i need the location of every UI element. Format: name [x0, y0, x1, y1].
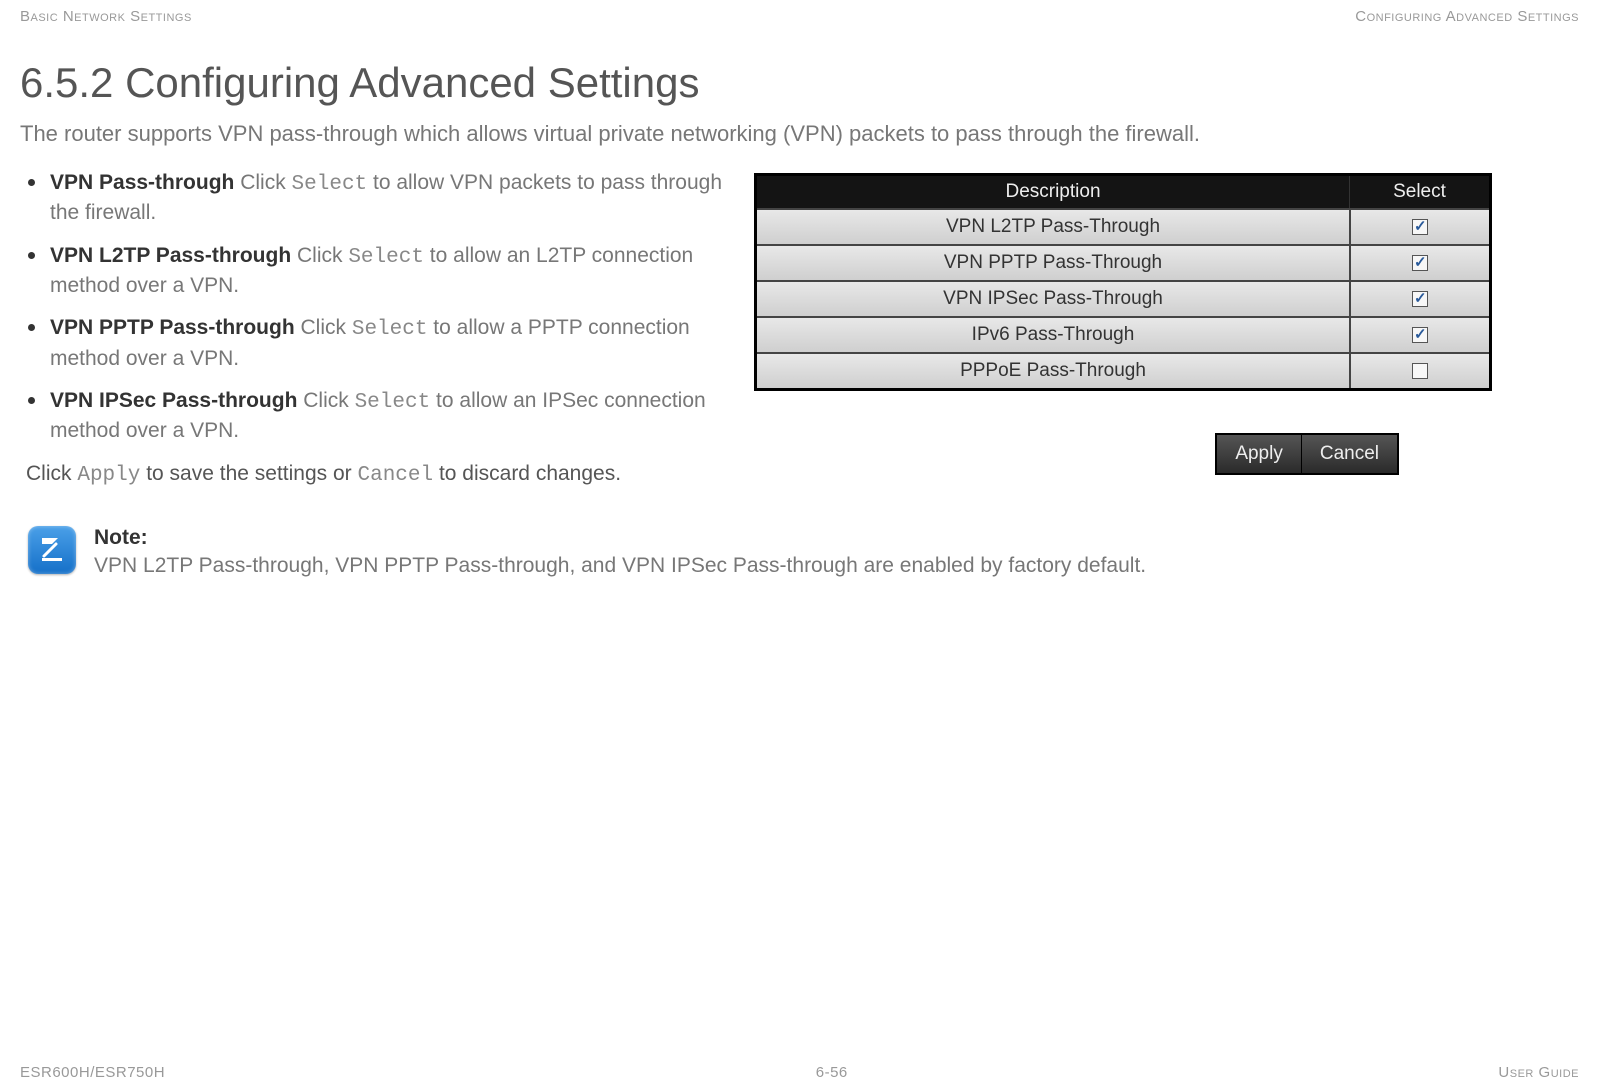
screenshot-column: Description Select VPN L2TP Pass-Through…	[754, 169, 1579, 475]
note-icon	[28, 526, 76, 574]
list-item: VPN L2TP Pass-through Click Select to al…	[50, 242, 730, 301]
row-description: PPPoE Pass-Through	[757, 354, 1349, 388]
checkbox-pppoe[interactable]	[1412, 363, 1428, 379]
footer-right: User Guide	[1498, 1064, 1579, 1081]
settings-table: Description Select VPN L2TP Pass-Through…	[754, 173, 1492, 391]
intro-paragraph: The router supports VPN pass-through whi…	[20, 121, 1579, 147]
header-right: Configuring Advanced Settings	[1355, 8, 1579, 25]
checkbox-pptp[interactable]	[1412, 255, 1428, 271]
code-select: Select	[292, 173, 368, 196]
row-description: VPN L2TP Pass-Through	[757, 210, 1349, 244]
note-block: Note: VPN L2TP Pass-through, VPN PPTP Pa…	[20, 524, 1579, 581]
row-description: VPN PPTP Pass-Through	[757, 246, 1349, 280]
code-cancel: Cancel	[357, 464, 433, 487]
button-group: Apply Cancel	[1215, 433, 1399, 475]
apply-button[interactable]: Apply	[1217, 435, 1301, 473]
definition-term: VPN L2TP Pass-through	[50, 244, 291, 267]
note-label: Note:	[94, 524, 1146, 552]
checkbox-ipv6[interactable]	[1412, 327, 1428, 343]
checkbox-l2tp[interactable]	[1412, 219, 1428, 235]
apply-instruction: Click Apply to save the settings or Canc…	[20, 460, 730, 490]
cancel-button[interactable]: Cancel	[1301, 435, 1397, 473]
page-footer: ESR600H/ESR750H 6-56 User Guide	[20, 1064, 1579, 1081]
code-select: Select	[352, 318, 428, 341]
row-description: IPv6 Pass-Through	[757, 318, 1349, 352]
table-header-row: Description Select	[757, 176, 1489, 208]
footer-left: ESR600H/ESR750H	[20, 1064, 165, 1081]
list-item: VPN Pass-through Click Select to allow V…	[50, 169, 730, 228]
definition-term: VPN IPSec Pass-through	[50, 389, 297, 412]
header-description: Description	[757, 176, 1349, 208]
footer-page-number: 6-56	[816, 1064, 848, 1081]
code-select: Select	[355, 391, 431, 414]
code-select: Select	[348, 246, 424, 269]
page-header: Basic Network Settings Configuring Advan…	[20, 0, 1579, 29]
definition-term: VPN Pass-through	[50, 171, 234, 194]
definitions-column: VPN Pass-through Click Select to allow V…	[20, 169, 730, 490]
page-title: 6.5.2 Configuring Advanced Settings	[20, 59, 1579, 107]
note-body: VPN L2TP Pass-through, VPN PPTP Pass-thr…	[94, 554, 1146, 577]
table-row: VPN IPSec Pass-Through	[757, 280, 1489, 316]
checkbox-ipsec[interactable]	[1412, 291, 1428, 307]
table-row: PPPoE Pass-Through	[757, 352, 1489, 388]
row-description: VPN IPSec Pass-Through	[757, 282, 1349, 316]
table-row: IPv6 Pass-Through	[757, 316, 1489, 352]
header-left: Basic Network Settings	[20, 8, 192, 25]
table-row: VPN L2TP Pass-Through	[757, 208, 1489, 244]
list-item: VPN IPSec Pass-through Click Select to a…	[50, 387, 730, 446]
list-item: VPN PPTP Pass-through Click Select to al…	[50, 314, 730, 373]
definition-term: VPN PPTP Pass-through	[50, 316, 295, 339]
code-apply: Apply	[77, 464, 140, 487]
header-select: Select	[1349, 176, 1489, 208]
table-row: VPN PPTP Pass-Through	[757, 244, 1489, 280]
